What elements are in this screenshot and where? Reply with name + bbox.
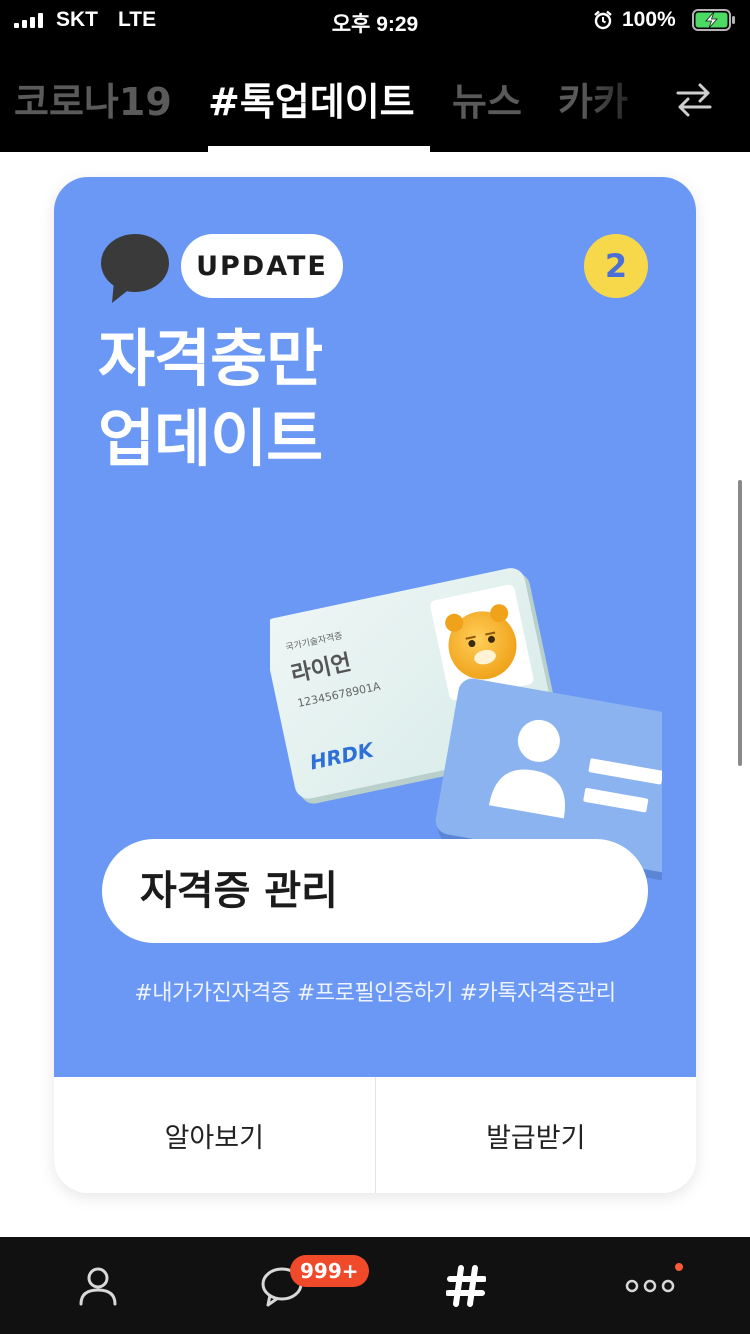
update-label: UPDATE [181,234,343,298]
nav-more[interactable] [600,1237,700,1334]
tab-corona19[interactable]: 코로나19 [14,78,172,126]
issue-button[interactable]: 발급받기 [376,1077,697,1193]
nav-friends[interactable] [48,1237,148,1334]
card-title-line1: 자격충만 [98,322,323,395]
hashtag-icon [446,1264,486,1307]
chat-bubble-icon [101,234,169,303]
tab-news[interactable]: 뉴스 [452,78,522,126]
hashtags: #내가가진자격증 #프로필인증하기 #카톡자격증관리 [134,981,616,1006]
chat-count-badge: 999+ [290,1255,369,1287]
scrollbar[interactable] [738,480,742,766]
battery-percent: 100% [622,8,676,31]
card-hero[interactable]: UPDATE 2 자격충만 업데이트 국가기술자격증 라이언 123456789… [54,177,696,1077]
swap-arrows-icon[interactable] [672,80,716,120]
tab-talk-update[interactable]: #톡업데이트 [208,78,415,126]
active-tab-indicator [208,146,430,152]
card-title: 자격충만 업데이트 [98,319,323,479]
battery-charging-icon [692,9,735,31]
learn-more-button[interactable]: 알아보기 [54,1077,375,1193]
tabs-fade-overlay [580,40,680,152]
bottom-nav: 999+ [0,1237,750,1334]
nav-hashtag[interactable] [416,1237,516,1334]
new-indicator-dot [675,1263,683,1271]
update-card: UPDATE 2 자격충만 업데이트 국가기술자격증 라이언 123456789… [54,177,696,1193]
page-number-badge: 2 [584,234,648,298]
card-actions: 알아보기 발급받기 [54,1077,696,1193]
profile-icon [79,1267,117,1305]
status-bar: SKT LTE 오후 9:29 100% [0,0,750,40]
card-title-line2: 업데이트 [98,402,323,475]
alarm-icon [594,10,612,30]
more-icon [625,1279,675,1292]
certificate-management-label: 자격증 관리 [140,868,338,914]
category-tabs: 코로나19 #톡업데이트 뉴스 카카 [0,40,750,152]
